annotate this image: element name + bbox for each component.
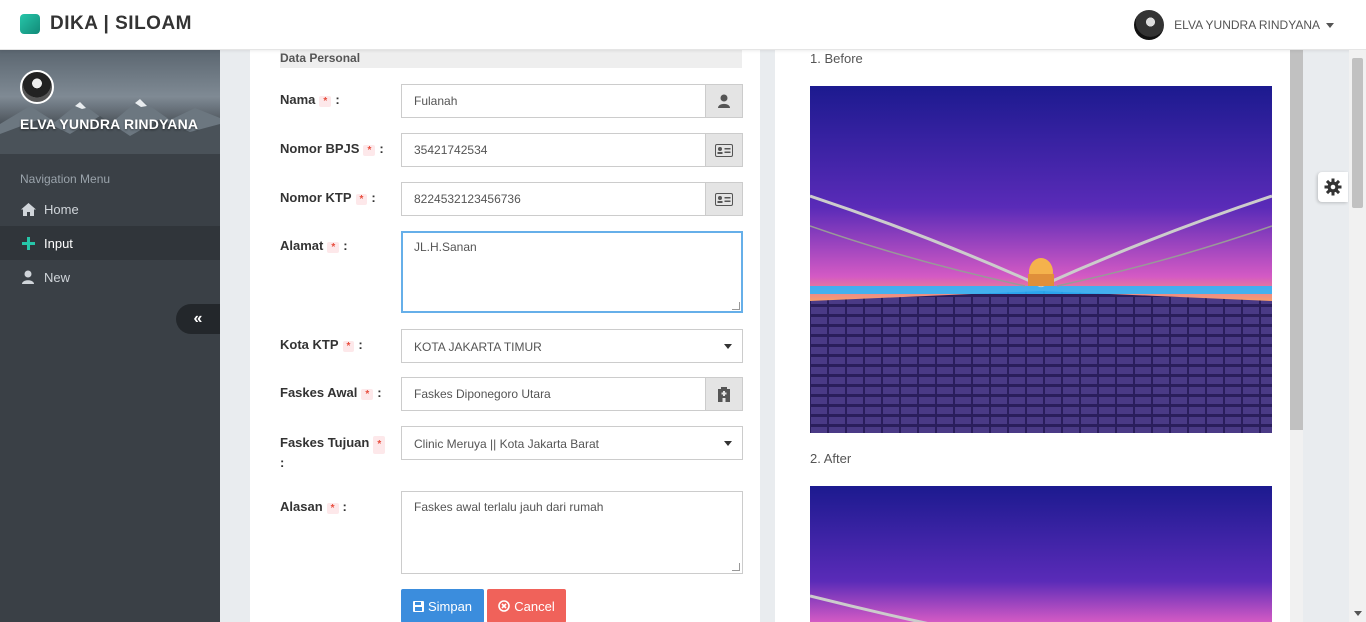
resize-grip-icon[interactable] [732, 302, 740, 310]
id-card-icon [705, 133, 743, 167]
form-row-faskes-awal: Faskes Awal *: Faskes Diponegoro Utara [280, 377, 743, 411]
gear-icon [1324, 178, 1342, 196]
home-icon [20, 201, 36, 217]
before-image [810, 86, 1272, 433]
required-mark: * [373, 436, 386, 454]
sidebar-item-label: New [44, 269, 71, 285]
form-panel: Data Personal Nama *: Fulanah Nomor BPJS *… [250, 50, 760, 622]
nama-input[interactable]: Fulanah [401, 84, 705, 118]
sidebar-item-label: Home [44, 201, 79, 217]
hospital-icon [705, 377, 743, 411]
user-icon [20, 269, 36, 285]
close-circle-icon [498, 600, 511, 612]
page-scrollbar-thumb[interactable] [1352, 58, 1363, 208]
ktp-input-group: 8224532123456736 [401, 182, 743, 216]
form-row-nama: Nama *: Fulanah [280, 84, 743, 118]
field-label: Kota KTP *: [280, 337, 363, 352]
brand-title: DIKA | SILOAM [50, 13, 192, 34]
nama-input-group: Fulanah [401, 84, 743, 118]
required-mark: * [355, 194, 368, 205]
sidebar-profile: ELVA YUNDRA RINDYANA [0, 50, 220, 154]
form-row-faskes-tujuan: Faskes Tujuan *: Clinic Meruya || Kota Ja… [280, 426, 743, 470]
plus-icon [20, 235, 36, 251]
floppy-icon [412, 600, 424, 612]
chevron-down-icon [724, 344, 732, 349]
before-caption: 1. Before [810, 51, 863, 66]
kota-select[interactable]: KOTA JAKARTA TIMUR [401, 329, 743, 363]
faskes-awal-input[interactable]: Faskes Diponegoro Utara [401, 377, 705, 411]
brand-logo-icon [20, 14, 40, 34]
preview-scrollbar[interactable] [1290, 50, 1303, 622]
chevron-down-icon [1326, 22, 1334, 28]
sidebar-item-input[interactable]: Input [0, 226, 220, 260]
save-button[interactable]: Simpan [401, 589, 484, 622]
preview-panel: 1. Before 2. After [775, 50, 1303, 622]
ktp-input[interactable]: 8224532123456736 [401, 182, 705, 216]
chevron-down-icon [724, 441, 732, 446]
sidebar-item-label: Input [44, 235, 73, 251]
sidebar-item-new[interactable]: New [0, 260, 220, 294]
field-label: Nama *: [280, 92, 340, 107]
form-row-ktp: Nomor KTP *: 8224532123456736 [280, 182, 743, 216]
brand[interactable]: DIKA | SILOAM [20, 13, 192, 35]
cancel-button[interactable]: Cancel [487, 589, 566, 622]
field-label: Faskes Tujuan *: [280, 434, 392, 472]
user-menu[interactable]: ELVA YUNDRA RINDYANA [1134, 10, 1334, 40]
double-chevron-left-icon: « [193, 310, 203, 327]
required-mark: * [361, 389, 374, 400]
user-name: ELVA YUNDRA RINDYANA [1174, 18, 1320, 32]
profile-avatar [20, 70, 54, 104]
profile-name: ELVA YUNDRA RINDYANA [20, 116, 199, 132]
field-label: Nomor KTP *: [280, 190, 376, 205]
bpjs-input-group: 35421742534 [401, 133, 743, 167]
settings-button[interactable] [1318, 172, 1348, 202]
scroll-down-icon[interactable] [1354, 611, 1362, 616]
field-label: Nomor BPJS *: [280, 141, 384, 156]
top-navbar: DIKA | SILOAM ELVA YUNDRA RINDYANA [0, 0, 1366, 50]
page-scrollbar[interactable] [1349, 50, 1366, 622]
required-mark: * [342, 341, 355, 352]
alamat-textarea[interactable]: JL.H.Sanan [401, 231, 743, 313]
sidebar-collapse-button[interactable]: « [176, 304, 220, 334]
faskes-tujuan-select[interactable]: Clinic Meruya || Kota Jakarta Barat [401, 426, 743, 460]
preview-scrollbar-thumb[interactable] [1290, 50, 1303, 430]
resize-grip-icon[interactable] [732, 563, 740, 571]
required-mark: * [327, 242, 340, 253]
after-image [810, 486, 1272, 622]
id-card-icon [705, 182, 743, 216]
sidebar: ELVA YUNDRA RINDYANA Navigation Menu Hom… [0, 50, 220, 622]
field-label: Alamat *: [280, 238, 348, 253]
nav-header: Navigation Menu [20, 172, 111, 186]
form-row-alasan: Alasan *: Faskes awal terlalu jauh dari r… [280, 491, 743, 574]
bpjs-input[interactable]: 35421742534 [401, 133, 705, 167]
sidebar-item-home[interactable]: Home [0, 192, 220, 226]
user-icon [705, 84, 743, 118]
faskes-awal-input-group: Faskes Diponegoro Utara [401, 377, 743, 411]
section-title: Data Personal [280, 50, 742, 68]
field-label: Alasan *: [280, 499, 347, 514]
required-mark: * [319, 96, 332, 107]
alasan-textarea[interactable]: Faskes awal terlalu jauh dari rumah [401, 491, 743, 574]
form-row-alamat: Alamat *: JL.H.Sanan [280, 231, 743, 313]
avatar [1134, 10, 1165, 40]
required-mark: * [326, 503, 339, 514]
form-row-kota: Kota KTP *: KOTA JAKARTA TIMUR [280, 329, 743, 363]
field-label: Faskes Awal *: [280, 385, 382, 400]
form-row-bpjs: Nomor BPJS *: 35421742534 [280, 133, 743, 167]
required-mark: * [363, 145, 376, 156]
after-caption: 2. After [810, 451, 852, 466]
